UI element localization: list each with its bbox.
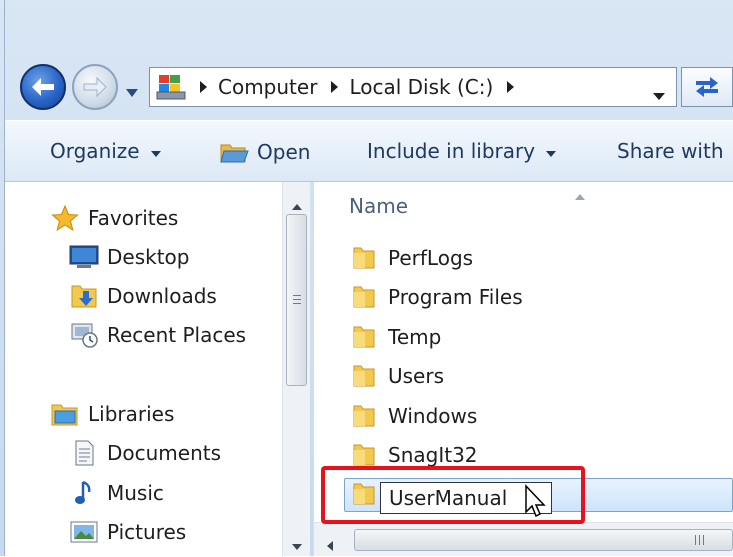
- nav-desktop[interactable]: Desktop: [69, 243, 189, 271]
- nav-documents-label: Documents: [107, 441, 222, 465]
- nav-favorites[interactable]: Favorites: [50, 204, 178, 232]
- open-folder-icon: [219, 139, 249, 165]
- star-icon: [50, 204, 80, 232]
- nav-pictures[interactable]: Pictures: [69, 518, 186, 546]
- refresh-icon: [696, 77, 718, 97]
- folder-icon: [350, 403, 378, 429]
- nav-libraries-label: Libraries: [88, 402, 175, 426]
- list-item[interactable]: Temp: [350, 324, 441, 350]
- include-in-library-label: Include in library: [367, 139, 536, 163]
- recent-places-icon: [69, 321, 99, 349]
- nav-documents[interactable]: Documents: [69, 439, 221, 467]
- desktop-icon: [69, 243, 99, 271]
- pictures-icon: [69, 518, 99, 546]
- open-label: Open: [257, 140, 311, 164]
- nav-recent-places[interactable]: Recent Places: [69, 321, 246, 349]
- column-header-name[interactable]: Name: [349, 194, 408, 218]
- scrollbar-grip: [293, 295, 301, 307]
- scroll-down-icon[interactable]: [291, 532, 303, 556]
- music-note-icon: [69, 479, 99, 507]
- recent-pages-dropdown[interactable]: [124, 80, 140, 104]
- scrollbar-thumb[interactable]: [286, 214, 307, 386]
- folder-icon: [350, 442, 378, 468]
- chevron-down-icon: [545, 139, 557, 163]
- scroll-left-icon[interactable]: [326, 533, 334, 557]
- nav-downloads-label: Downloads: [107, 284, 217, 308]
- folder-icon: [350, 324, 378, 350]
- breadcrumb-computer[interactable]: Computer: [218, 75, 317, 99]
- folder-name: Windows: [388, 404, 478, 428]
- folder-name: Program Files: [388, 285, 523, 309]
- scrollbar-thumb[interactable]: [354, 529, 733, 551]
- sort-ascending-icon: [574, 182, 586, 206]
- nav-libraries[interactable]: Libraries: [50, 400, 174, 428]
- nav-music[interactable]: Music: [69, 479, 164, 507]
- list-item[interactable]: Program Files: [350, 284, 523, 310]
- computer-icon: [156, 72, 186, 102]
- breadcrumb-separator-icon[interactable]: [329, 75, 339, 99]
- list-item[interactable]: Windows: [350, 403, 477, 429]
- folder-name: SnagIt32: [388, 443, 478, 467]
- command-bar: Organize Open Include in library Share w…: [5, 120, 733, 182]
- document-icon: [69, 439, 99, 467]
- list-item[interactable]: SnagIt32: [350, 442, 478, 468]
- organize-button[interactable]: Organize: [50, 139, 162, 163]
- share-with-label: Share with: [617, 139, 724, 163]
- share-with-button[interactable]: Share with: [617, 139, 733, 163]
- forward-button[interactable]: [72, 64, 118, 110]
- chevron-down-icon: [126, 89, 138, 97]
- nav-music-label: Music: [107, 481, 164, 505]
- organize-label: Organize: [50, 139, 140, 163]
- navigation-pane: Favorites Desktop Downloads Recent Place…: [5, 182, 285, 556]
- scrollbar-grip: [695, 535, 707, 545]
- folder-name: Users: [388, 364, 445, 388]
- folder-icon: [350, 245, 378, 271]
- refresh-button[interactable]: [681, 67, 733, 107]
- folder-name: Temp: [388, 325, 442, 349]
- include-in-library-button[interactable]: Include in library: [367, 139, 557, 163]
- address-bar[interactable]: Computer Local Disk (C:): [149, 67, 677, 107]
- chevron-down-icon: [653, 93, 665, 100]
- forward-arrow-icon: [83, 76, 107, 98]
- address-dropdown-button[interactable]: [652, 82, 666, 106]
- folder-icon: [350, 284, 378, 310]
- navigation-pane-scrollbar[interactable]: [282, 182, 310, 556]
- back-button[interactable]: [20, 64, 66, 110]
- open-button[interactable]: Open: [219, 139, 310, 165]
- nav-recent-places-label: Recent Places: [107, 323, 247, 347]
- nav-pictures-label: Pictures: [107, 520, 187, 544]
- text-cursor-icon: [522, 484, 552, 529]
- nav-downloads[interactable]: Downloads: [69, 282, 217, 310]
- breadcrumb-local-disk[interactable]: Local Disk (C:): [349, 75, 493, 99]
- breadcrumb-separator-icon[interactable]: [198, 75, 208, 99]
- back-arrow-icon: [32, 78, 54, 96]
- folder-name: PerfLogs: [388, 246, 474, 270]
- breadcrumb-separator-icon[interactable]: [505, 75, 515, 99]
- nav-desktop-label: Desktop: [107, 245, 190, 269]
- list-item[interactable]: Users: [350, 363, 444, 389]
- downloads-folder-icon: [69, 282, 99, 310]
- libraries-icon: [50, 400, 80, 428]
- folder-icon: [350, 363, 378, 389]
- list-item[interactable]: PerfLogs: [350, 245, 473, 271]
- nav-favorites-label: Favorites: [88, 206, 179, 230]
- chevron-down-icon: [150, 139, 162, 163]
- scroll-up-icon[interactable]: [291, 192, 303, 216]
